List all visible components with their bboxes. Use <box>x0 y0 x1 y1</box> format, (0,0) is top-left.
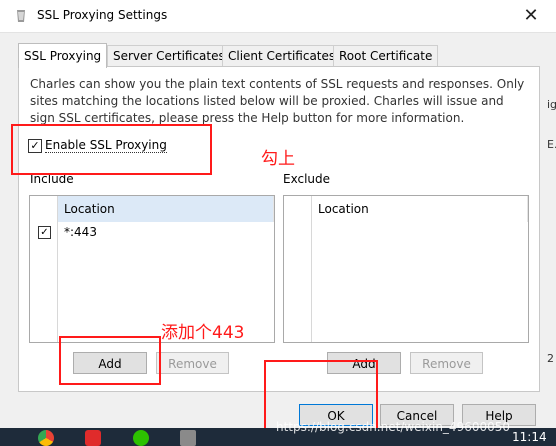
annotation-text-check-on: 勾上 <box>261 149 295 169</box>
app-red-icon[interactable] <box>85 430 101 446</box>
exclude-table[interactable]: Location <box>283 195 529 343</box>
chrome-icon[interactable] <box>38 430 54 446</box>
exclude-label: Exclude <box>283 172 331 186</box>
include-location-column-label: Location <box>64 202 115 216</box>
include-check-column-header[interactable] <box>30 196 58 222</box>
annotation-box-enable-ssl <box>11 124 212 175</box>
background-text-fragment: 2 <box>547 352 554 365</box>
wechat-icon[interactable] <box>133 430 149 446</box>
charles-icon[interactable] <box>180 430 196 446</box>
description-text: Charles can show you the plain text cont… <box>30 77 525 125</box>
include-remove-button[interactable]: Remove <box>156 352 229 374</box>
include-row-location: *:443 <box>64 225 97 239</box>
annotation-text-add-443: 添加个443 <box>161 323 245 343</box>
exclude-table-header: Location <box>284 196 528 222</box>
annotation-box-add <box>59 336 161 385</box>
watermark-text: https://blog.csdn.net/weixin_49600050 <box>276 420 511 434</box>
include-table-header: Location <box>30 196 274 222</box>
include-location-column-header[interactable]: Location <box>58 196 274 222</box>
table-row[interactable]: ✓ *:443 <box>30 223 274 241</box>
include-column-divider <box>57 196 58 342</box>
exclude-column-divider <box>311 196 312 342</box>
background-text-fragment: E. <box>547 138 556 151</box>
exclude-location-column-header[interactable]: Location <box>312 196 528 222</box>
exclude-check-column-header[interactable] <box>284 196 312 222</box>
exclude-location-column-label: Location <box>318 202 369 216</box>
tab-ssl-proxying[interactable]: SSL Proxying <box>18 43 108 68</box>
exclude-remove-button[interactable]: Remove <box>410 352 483 374</box>
taskbar-clock: 11:14 <box>512 430 547 444</box>
include-row-checkbox[interactable]: ✓ <box>38 226 51 239</box>
